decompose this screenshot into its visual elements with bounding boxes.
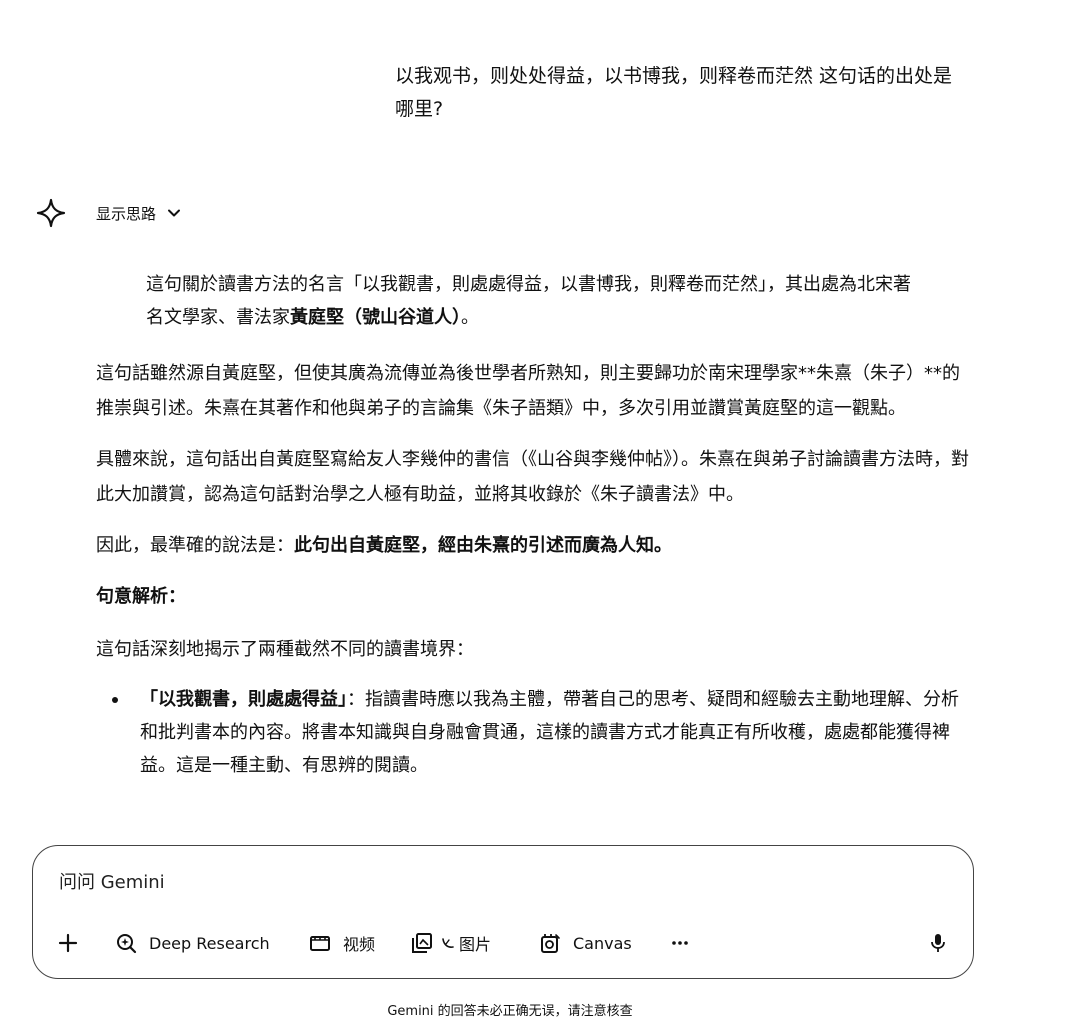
deep-research-button[interactable]: Deep Research <box>115 926 270 960</box>
response-paragraph-2: 具體來說，這句話出自黃庭堅寫給友人李幾仲的書信（《山谷與李幾仲帖》）。朱熹在與弟… <box>96 449 969 505</box>
gemini-sparkle-icon <box>34 196 68 230</box>
bullet-dot <box>112 697 118 703</box>
response-paragraph-4: 這句話深刻地揭示了兩種截然不同的讀書境界： <box>96 639 474 660</box>
deep-research-label: Deep Research <box>149 933 270 953</box>
gemini-chat-page: 以我观书，则处处得益，以书博我，则释卷而茫然 这句话的出处是哪里? 显示思路 這… <box>0 0 1080 1024</box>
show-thinking-label[interactable]: 显示思路 <box>96 203 156 224</box>
add-button[interactable] <box>57 926 79 960</box>
microphone-button[interactable] <box>927 926 949 960</box>
microphone-icon <box>931 934 945 952</box>
response-paragraph-1: 這句話雖然源自黃庭堅，但使其廣為流傳並為後世學者所熟知，則主要歸功於南宋理學家*… <box>96 363 960 419</box>
canvas-label: Canvas <box>573 933 632 953</box>
banana-icon <box>442 938 454 948</box>
response-heading: 句意解析： <box>96 586 186 607</box>
more-horizontal-icon <box>672 941 688 945</box>
disclaimer-text: Gemini 的回答未必正确无误，请注意核查 <box>387 1004 633 1019</box>
video-icon <box>310 936 330 951</box>
prompt-input-box[interactable]: Deep Research 视频 图片 <box>32 845 974 979</box>
canvas-button[interactable]: Canvas <box>539 926 632 960</box>
scroll-fade <box>0 800 1080 846</box>
image-icon <box>412 933 432 953</box>
deep-research-icon <box>117 934 137 954</box>
thinking-toggle[interactable]: 显示思路 <box>34 196 182 230</box>
model-response: 這句關於讀書方法的名言「以我觀書，則處處得益，以書博我，則釋卷而茫然」，其出處為… <box>96 268 976 782</box>
response-paragraph-3: 因此，最準確的說法是：此句出自黃庭堅，經由朱熹的引述而廣為人知。 <box>96 535 672 556</box>
bullet-list: 「以我觀書，則處處得益」：指讀書時應以我為主體，帶著自己的思考、疑問和經驗去主動… <box>96 683 976 782</box>
prompt-input[interactable] <box>59 868 939 896</box>
video-button[interactable]: 视频 <box>309 926 375 960</box>
more-button[interactable] <box>669 926 691 960</box>
user-message: 以我观书，则处处得益，以书博我，则释卷而茫然 这句话的出处是哪里? <box>395 65 953 120</box>
canvas-icon <box>541 934 560 953</box>
image-button[interactable]: 图片 <box>411 926 491 960</box>
plus-icon <box>58 933 78 953</box>
response-quote: 這句關於讀書方法的名言「以我觀書，則處處得益，以書博我，則釋卷而茫然」，其出處為… <box>146 274 911 328</box>
input-toolbar: Deep Research 视频 图片 Canvas <box>33 926 973 960</box>
list-item: 「以我觀書，則處處得益」：指讀書時應以我為主體，帶著自己的思考、疑問和經驗去主動… <box>96 683 976 782</box>
chevron-down-icon[interactable] <box>166 205 182 221</box>
image-label: 图片 <box>459 935 492 954</box>
video-label: 视频 <box>343 935 376 954</box>
